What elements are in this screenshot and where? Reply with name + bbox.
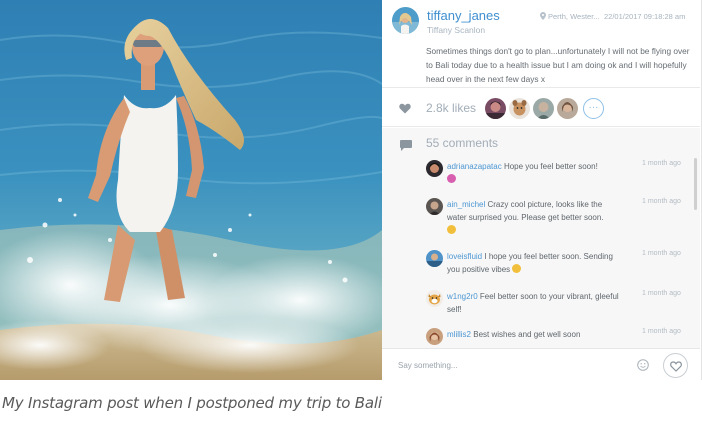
liker-avatar[interactable] [485,98,506,119]
commenter-avatar[interactable] [426,328,443,345]
location[interactable]: Perth, Wester... [540,12,600,21]
more-likers-button[interactable]: ··· [583,98,604,119]
post-details-panel: tiffany_janes Tiffany Scanlon Perth, Wes… [382,0,702,380]
pin-icon [540,12,546,20]
likes-row: 2.8k likes ··· [382,89,700,127]
comment-time: 1 month ago [642,250,681,257]
post-timestamp: 22/01/2017 09:18:28 am [604,12,686,21]
commenter-avatar[interactable] [426,250,443,267]
smiley-emoji-icon [447,225,456,234]
username-link[interactable]: tiffany_janes [427,8,500,23]
liker-avatar[interactable] [557,98,578,119]
comment-time: 1 month ago [642,160,681,167]
liker-avatar[interactable] [509,98,530,119]
beach-photo-illustration [0,0,382,380]
comment-time: 1 month ago [642,328,681,335]
smiley-icon[interactable] [637,359,649,371]
comments-section: 55 comments adrianazapatac Hope you feel… [382,128,700,348]
full-name: Tiffany Scanlon [427,25,486,35]
page: tiffany_janes Tiffany Scanlon Perth, Wes… [0,0,702,425]
post-photo[interactable] [0,0,382,380]
post-header: tiffany_janes Tiffany Scanlon Perth, Wes… [382,0,700,88]
commenter-username[interactable]: ain_michel [447,200,485,209]
sparkling-heart-icon [447,174,456,183]
comment-bubble-icon [400,140,412,151]
comment-text: Hope you feel better soon! [503,162,598,171]
comments-count[interactable]: 55 comments [426,136,498,150]
avatar[interactable] [392,7,419,34]
heart-icon [399,103,411,114]
like-button[interactable] [663,353,688,378]
comment-time: 1 month ago [642,198,681,205]
liker-avatar[interactable] [533,98,554,119]
figure-caption: My Instagram post when I postponed my tr… [2,394,382,412]
post-caption: Sometimes things don't go to plan...unfo… [426,46,690,84]
commenter-avatar[interactable] [426,198,443,215]
commenter-username[interactable]: adrianazapatac [447,162,502,171]
comment-text: Best wishes and get well soon [473,330,581,339]
likes-count[interactable]: 2.8k likes [426,101,476,115]
comment-input[interactable] [398,355,618,375]
commenter-username[interactable]: mlillis2 [447,330,471,339]
comment-composer [382,348,700,380]
commenter-username[interactable]: w1ng2r0 [447,292,478,301]
comment-time: 1 month ago [642,290,681,297]
commenter-avatar[interactable] [426,160,443,177]
heart-outline-icon [670,361,682,372]
smiley-emoji-icon [512,264,522,273]
commenter-username[interactable]: loveisfluid [447,252,482,261]
location-label: Perth, Wester... [548,12,600,21]
commenter-avatar[interactable] [426,290,443,307]
comments-scrollbar[interactable] [694,158,697,210]
